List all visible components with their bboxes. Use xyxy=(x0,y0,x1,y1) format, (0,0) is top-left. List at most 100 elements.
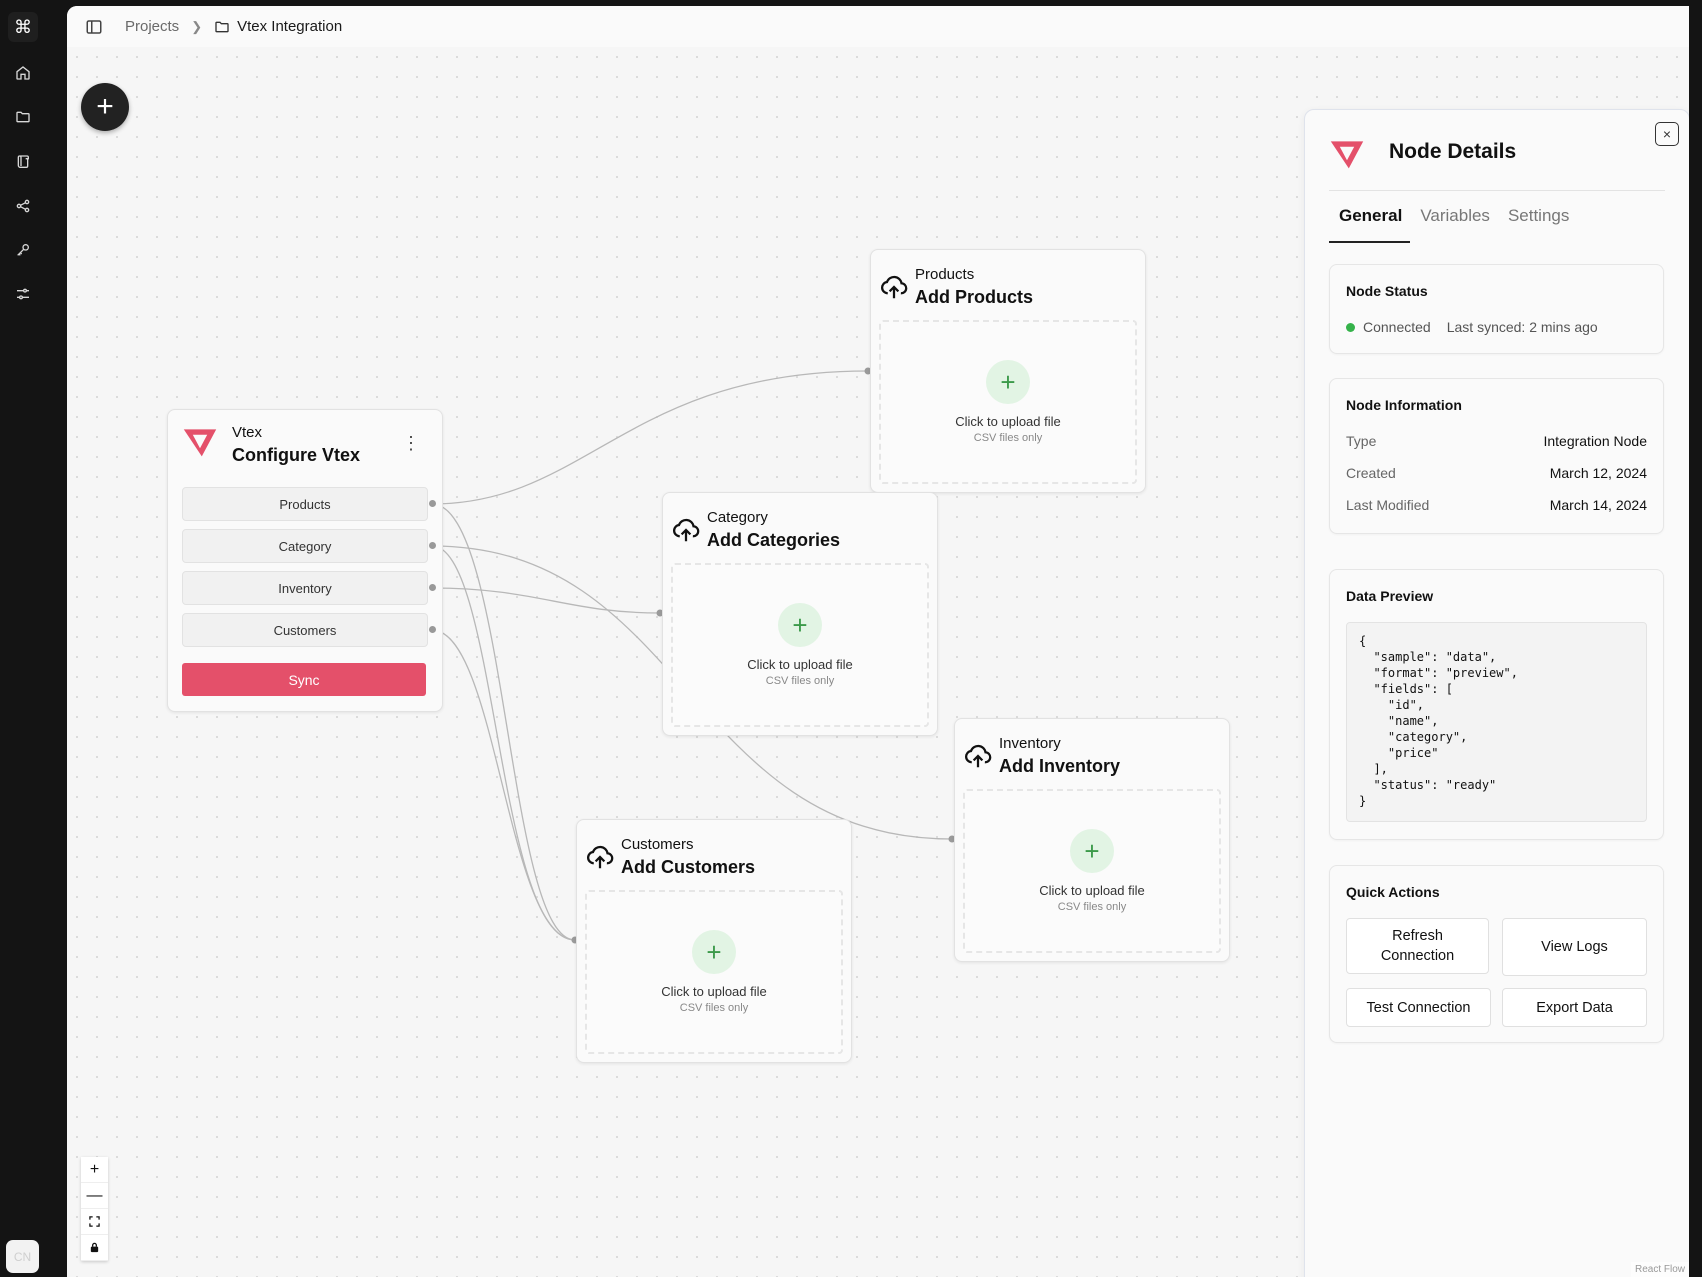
node-information-card: Node Information Type Integration Node C… xyxy=(1329,378,1664,534)
cloud-upload-icon xyxy=(673,518,700,542)
plus-icon[interactable]: + xyxy=(778,603,822,647)
info-value: March 14, 2024 xyxy=(1549,497,1647,513)
flow-canvas[interactable]: + Vtex Configure Vtex ⋮ Products Categor… xyxy=(67,47,1689,1277)
node-label: Category xyxy=(707,509,768,526)
upload-node-customers[interactable]: Customers Add Customers + Click to uploa… xyxy=(576,819,852,1063)
test-connection-button[interactable]: Test Connection xyxy=(1346,988,1491,1027)
node-title: Add Products xyxy=(915,287,1034,307)
sliders-icon[interactable] xyxy=(10,281,36,307)
info-value: March 12, 2024 xyxy=(1549,465,1647,481)
plus-icon[interactable]: + xyxy=(692,930,736,974)
breadcrumb: Projects ❯ Vtex Integration xyxy=(125,18,342,35)
sync-button[interactable]: Sync xyxy=(182,663,426,696)
option-products[interactable]: Products xyxy=(182,487,428,521)
node-label: Vtex xyxy=(232,424,263,441)
tab-general[interactable]: General xyxy=(1329,206,1411,243)
upload-node-inventory[interactable]: Inventory Add Inventory + Click to uploa… xyxy=(954,718,1230,962)
node-details-panel: × Node Details General Variables Setting… xyxy=(1304,109,1689,1277)
quick-actions-card: Quick Actions Refresh Connection View Lo… xyxy=(1329,865,1664,1043)
plus-icon[interactable]: + xyxy=(986,360,1030,404)
export-data-button[interactable]: Export Data xyxy=(1502,988,1647,1027)
vtex-node[interactable]: Vtex Configure Vtex ⋮ Products Category … xyxy=(167,409,443,712)
source-handle[interactable] xyxy=(429,542,436,549)
upload-text: Click to upload file xyxy=(955,414,1061,429)
info-row: Created March 12, 2024 xyxy=(1346,465,1647,481)
tab-settings[interactable]: Settings xyxy=(1498,206,1577,243)
upload-dropzone[interactable]: + Click to upload file CSV files only xyxy=(963,789,1221,953)
info-key: Created xyxy=(1346,465,1396,481)
node-title: Add Customers xyxy=(621,857,756,877)
info-key: Type xyxy=(1346,433,1377,449)
key-icon[interactable] xyxy=(10,237,36,263)
edge-category-to-customers xyxy=(431,545,576,941)
node-label: Products xyxy=(915,266,975,283)
sidebar-toggle-icon[interactable] xyxy=(85,18,103,36)
upload-dropzone[interactable]: + Click to upload file CSV files only xyxy=(585,890,843,1054)
command-icon[interactable]: ⌘ xyxy=(8,12,38,42)
upload-hint: CSV files only xyxy=(1057,901,1127,913)
source-handle[interactable] xyxy=(429,500,436,507)
option-inventory[interactable]: Inventory xyxy=(182,571,428,605)
more-options-icon[interactable]: ⋮ xyxy=(402,434,420,452)
json-preview: { "sample": "data", "format": "preview",… xyxy=(1359,634,1518,808)
code-block: { "sample": "data", "format": "preview",… xyxy=(1346,622,1647,822)
upload-text: Click to upload file xyxy=(747,657,853,672)
option-category[interactable]: Category xyxy=(182,529,428,563)
card-title: Node Information xyxy=(1346,397,1462,413)
edge-products-to-customers xyxy=(431,503,576,941)
upload-node-products[interactable]: Products Add Products + Click to upload … xyxy=(870,249,1146,493)
close-icon[interactable]: × xyxy=(1655,122,1679,146)
upload-text: Click to upload file xyxy=(661,984,767,999)
info-key: Last Modified xyxy=(1346,497,1430,513)
zoom-in-button[interactable]: + xyxy=(81,1157,108,1183)
vtex-logo-icon xyxy=(183,429,217,457)
source-handle[interactable] xyxy=(429,626,436,633)
zoom-out-button[interactable]: — xyxy=(81,1183,108,1209)
upload-hint: CSV files only xyxy=(765,675,835,687)
source-handle[interactable] xyxy=(429,584,436,591)
cloud-upload-icon xyxy=(965,744,992,768)
upload-node-category[interactable]: Category Add Categories + Click to uploa… xyxy=(662,492,938,736)
data-preview-card: Data Preview { "sample": "data", "format… xyxy=(1329,569,1664,840)
workspace: Projects ❯ Vtex Integration + Vtex Confi… xyxy=(67,6,1689,1277)
upload-dropzone[interactable]: + Click to upload file CSV files only xyxy=(879,320,1137,484)
home-icon[interactable] xyxy=(10,60,36,86)
info-row: Type Integration Node xyxy=(1346,433,1647,449)
refresh-connection-button[interactable]: Refresh Connection xyxy=(1346,918,1489,974)
chevron-right-icon: ❯ xyxy=(191,18,203,34)
last-synced: Last synced: 2 mins ago xyxy=(1446,319,1598,335)
edge-products xyxy=(431,370,869,505)
node-label: Inventory xyxy=(999,735,1061,752)
upload-dropzone[interactable]: + Click to upload file CSV files only xyxy=(671,563,929,727)
cloud-upload-icon xyxy=(587,845,614,869)
panel-title: Node Details xyxy=(1389,140,1517,163)
top-bar: Projects ❯ Vtex Integration xyxy=(67,6,1689,48)
lock-icon[interactable] xyxy=(81,1235,108,1261)
avatar[interactable]: CN xyxy=(6,1240,39,1273)
option-customers[interactable]: Customers xyxy=(182,613,428,647)
cloud-upload-icon xyxy=(881,275,908,299)
folder-icon xyxy=(214,19,230,35)
node-title: Add Categories xyxy=(707,530,841,550)
breadcrumb-projects[interactable]: Projects xyxy=(125,18,179,35)
fit-view-icon[interactable] xyxy=(81,1209,108,1235)
edge-inventory-to-category xyxy=(431,587,661,614)
icon-rail: ⌘ CN xyxy=(0,0,67,1277)
folder-icon[interactable] xyxy=(10,104,36,130)
share-icon[interactable] xyxy=(10,193,36,219)
node-title: Add Inventory xyxy=(999,756,1121,776)
edge-customers xyxy=(431,629,576,941)
attribution[interactable]: React Flow xyxy=(1630,1262,1689,1277)
upload-hint: CSV files only xyxy=(973,432,1043,444)
tab-bar: General Variables Settings xyxy=(1329,206,1577,243)
scroll-icon[interactable] xyxy=(10,149,36,175)
node-label: Customers xyxy=(621,836,694,853)
view-logs-button[interactable]: View Logs xyxy=(1502,918,1647,976)
plus-icon[interactable]: + xyxy=(1070,829,1114,873)
node-title: Configure Vtex xyxy=(232,445,361,465)
upload-text: Click to upload file xyxy=(1039,883,1145,898)
card-title: Quick Actions xyxy=(1346,884,1440,900)
add-node-button[interactable]: + xyxy=(81,83,129,131)
tab-variables[interactable]: Variables xyxy=(1410,206,1498,243)
info-value: Integration Node xyxy=(1543,433,1647,449)
